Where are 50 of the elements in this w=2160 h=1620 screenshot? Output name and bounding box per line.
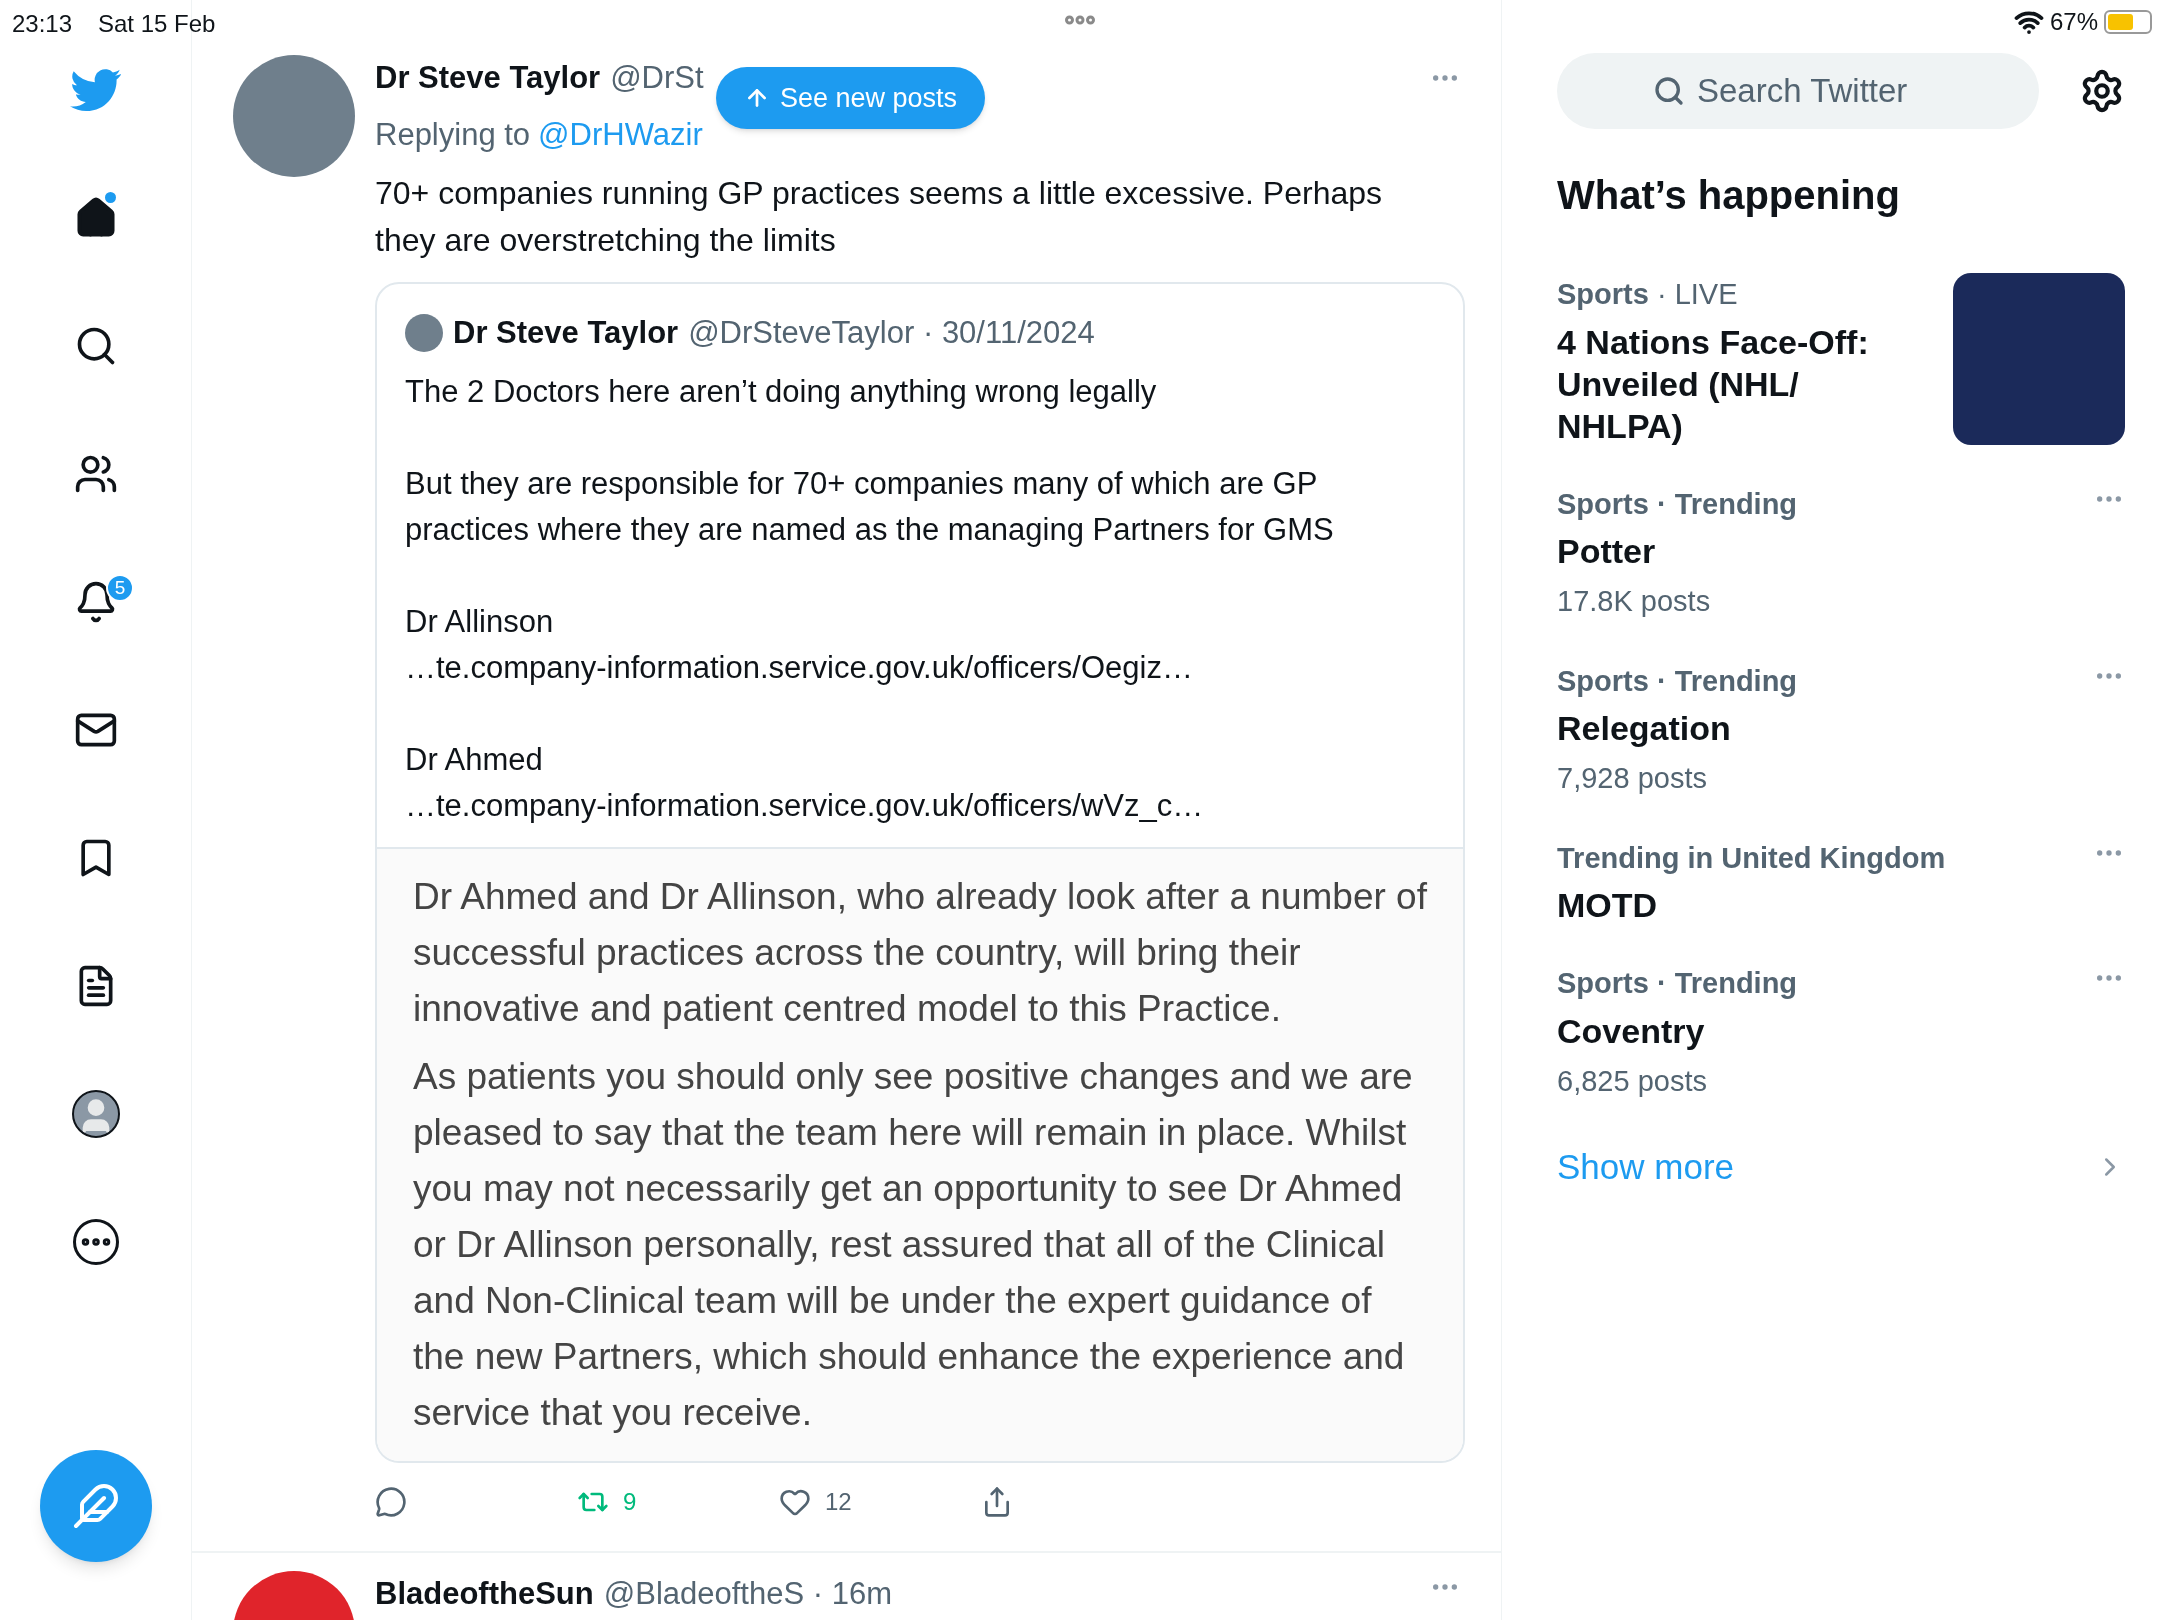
feather-plus-icon [72, 1482, 120, 1530]
reply-icon[interactable] [375, 1485, 407, 1518]
trend-item[interactable]: Trending in United Kingdom MOTD [1557, 818, 2125, 944]
battery-icon [2104, 10, 2152, 34]
quote-text: The 2 Doctors here aren’t doing anything wrong legally [405, 372, 1158, 411]
author-handle[interactable]: @DrSt [610, 55, 704, 102]
search-field[interactable]: Search Twitter [1557, 53, 2039, 129]
quote-link[interactable]: …te.company-information.service.gov.uk/officers/Oegiz… [405, 644, 1435, 691]
avatar-icon[interactable] [71, 1090, 120, 1138]
action-count: 12 [825, 1486, 852, 1517]
trend-category: Sports · Trending [1557, 486, 1799, 522]
trend-item[interactable]: Sports · Trending Relegation 7,928 posts [1557, 641, 2125, 819]
notification-badge: 5 [106, 574, 134, 602]
action-count: 9 [623, 1486, 637, 1517]
trend-category: Trending in United Kingdom [1557, 840, 1947, 876]
tweet-text: 70+ companies running GP practices seems a little excessive. Perhaps they are overstretching the limits [375, 174, 1384, 260]
trend-item[interactable]: Sports · Trending Potter 17.8K posts [1557, 464, 2125, 642]
trend-title: Potter [1557, 531, 1657, 572]
trend-title: MOTD [1557, 885, 1659, 926]
trend-title: 4 Nations Face-Off: Unveiled (NHL/ NHLPA) [1557, 321, 1870, 447]
quote-text: Dr Allinson [405, 602, 555, 641]
trend-count: 17.8K posts [1557, 584, 1712, 619]
section-heading: What’s happening [1557, 172, 1901, 219]
status-date: Sat 15 Feb [98, 9, 216, 39]
author-handle-time: @BladeoftheS · 16m [603, 1574, 892, 1613]
trend-title: Coventry [1557, 1010, 1706, 1052]
quote-text: But they are responsible for 70+ companies many of which are GP practices where they are named as the managing Partners for GMS [405, 464, 1335, 549]
quote-card[interactable] [375, 282, 1465, 1463]
trend-count: 6,825 posts [1557, 1063, 1708, 1099]
trend-item[interactable]: Sports · LIVE 4 Nations Face-Off: Unveiled (NHL/ NHLPA) [1557, 255, 2125, 465]
trend-title: Relegation [1557, 708, 1732, 749]
quote-text: Dr Ahmed [405, 740, 544, 779]
document-paragraph: Dr Ahmed and Dr Allinson, who already look after a number of successful practices across the country, will bring their innovative and patient centred model to this Practice. [413, 874, 1427, 1031]
author-name[interactable]: BladeoftheSun [375, 1570, 594, 1617]
quote-link[interactable]: …te.company-information.service.gov.uk/officers/wVz_c… [405, 782, 1435, 829]
document-paragraph: As patients you should only see positive changes and we are pleased to say that the team here will remain in place. Whilst you may not necessarily get an opportunity to see Dr Ahmed or Dr Allinson personally, rest assured that all of the Clinical and Non-Clinical team will be under the expert guidance of the new Partners, which should enhance the experience and service that you receive. [413, 1054, 1414, 1435]
replying-label: Replying to [375, 115, 531, 154]
battery-percent: 67% [2049, 7, 2098, 37]
author-name[interactable]: Dr Steve Taylor [375, 55, 601, 102]
trend-category: Sports · Trending [1557, 966, 1799, 1001]
trend-category: Sports · LIVE [1557, 277, 1739, 312]
trend-category: Sports · Trending [1557, 663, 1799, 699]
search-icon [1653, 75, 1685, 107]
trend-count: 7,928 posts [1557, 761, 1708, 796]
quote-author-name: Dr Steve Taylor [453, 314, 679, 352]
quote-handle-date: @DrSteveTaylor · 30/11/2024 [688, 314, 1095, 352]
trend-item[interactable]: Sports · Trending Coventry 6,825 posts [1557, 944, 2125, 1121]
status-time: 23:13 [12, 9, 73, 39]
quote-avatar-placeholder [405, 314, 443, 353]
more-icon[interactable] [72, 1219, 119, 1265]
